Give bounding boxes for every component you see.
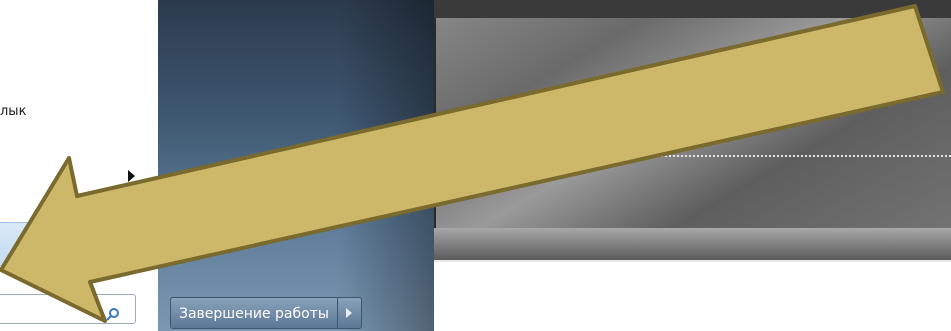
submenu-triangle-icon[interactable] xyxy=(128,170,135,182)
desktop-top-strip xyxy=(434,0,951,18)
shutdown-button[interactable]: Завершение работы xyxy=(170,297,338,329)
search-icon[interactable] xyxy=(106,307,120,321)
desktop-window-area xyxy=(434,0,951,262)
screenshot-stage: лык Завершение работы xyxy=(0,0,951,331)
shutdown-options-button[interactable] xyxy=(337,297,362,329)
all-programs-highlight[interactable] xyxy=(0,222,158,266)
dotted-separator xyxy=(590,155,951,157)
start-menu-programs-pane: лык xyxy=(0,0,158,331)
chevron-right-icon xyxy=(345,308,352,318)
white-background-area xyxy=(434,262,951,331)
program-item-label[interactable]: лык xyxy=(0,104,26,119)
shutdown-control: Завершение работы xyxy=(170,297,362,329)
start-menu-right-pane xyxy=(158,0,434,331)
desktop-bottom-bar xyxy=(434,228,951,262)
